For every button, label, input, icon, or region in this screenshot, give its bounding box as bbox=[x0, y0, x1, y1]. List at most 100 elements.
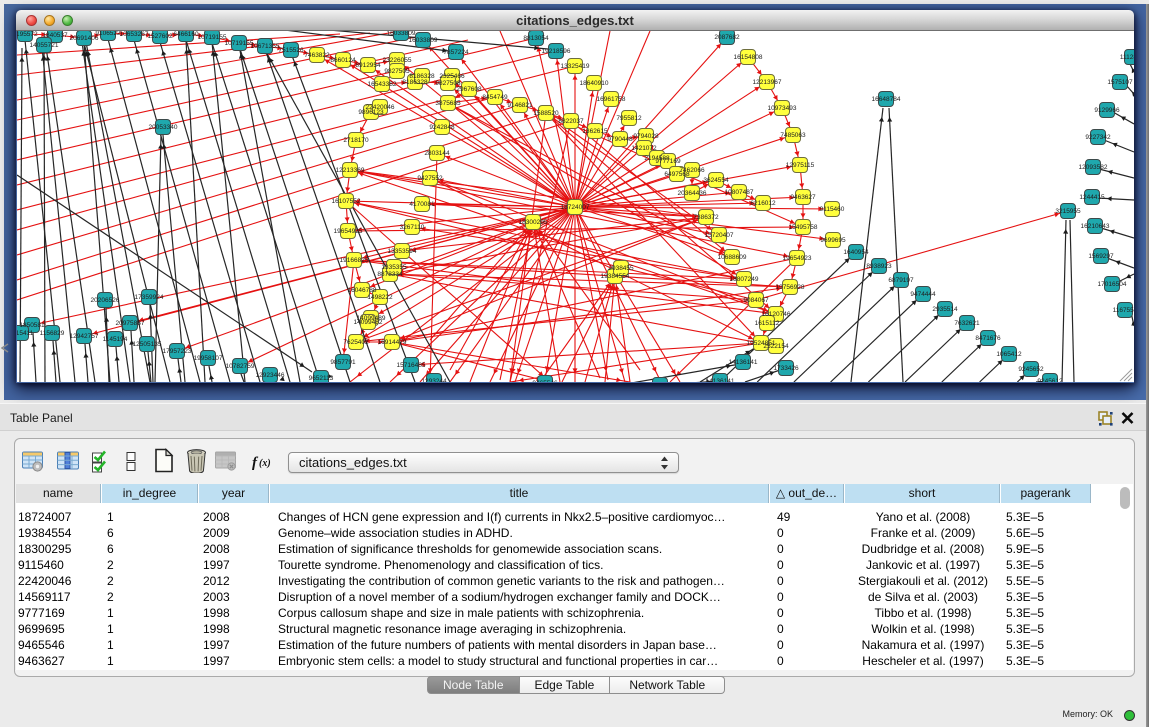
svg-text:3915411: 3915411 bbox=[17, 330, 34, 337]
svg-text:9699695: 9699695 bbox=[820, 237, 846, 244]
svg-text:1840537: 1840537 bbox=[42, 32, 68, 39]
svg-text:1640954: 1640954 bbox=[843, 249, 869, 256]
svg-text:10782759: 10782759 bbox=[226, 363, 255, 370]
svg-text:15720407: 15720407 bbox=[705, 232, 734, 239]
svg-text:13353594: 13353594 bbox=[388, 248, 417, 255]
svg-text:7515526: 7515526 bbox=[278, 47, 304, 54]
svg-text:9129966: 9129966 bbox=[1094, 107, 1120, 114]
svg-text:6879197: 6879197 bbox=[888, 277, 914, 284]
svg-text:9465546: 9465546 bbox=[532, 380, 558, 382]
svg-text:19654925: 19654925 bbox=[334, 228, 363, 235]
svg-text:6216012: 6216012 bbox=[750, 200, 776, 207]
svg-text:19384554: 19384554 bbox=[601, 273, 630, 280]
svg-text:1156829: 1156829 bbox=[40, 330, 65, 337]
svg-text:1244415: 1244415 bbox=[1079, 194, 1105, 201]
svg-text:12213967: 12213967 bbox=[753, 79, 782, 86]
svg-text:f: f bbox=[252, 455, 259, 471]
svg-text:19218596: 19218596 bbox=[542, 48, 571, 55]
svg-text:8938923: 8938923 bbox=[866, 263, 892, 270]
svg-text:8186328: 8186328 bbox=[409, 73, 435, 80]
svg-text:2325466: 2325466 bbox=[439, 73, 465, 80]
svg-text:15716485: 15716485 bbox=[397, 362, 426, 369]
svg-text:13325419: 13325419 bbox=[561, 63, 590, 70]
svg-text:10653267: 10653267 bbox=[120, 31, 149, 38]
svg-text:20053340: 20053340 bbox=[149, 124, 178, 131]
svg-text:9827505: 9827505 bbox=[384, 68, 410, 75]
svg-text:12213369: 12213369 bbox=[336, 167, 365, 174]
svg-text:9463627: 9463627 bbox=[790, 194, 816, 201]
svg-text:9227342: 9227342 bbox=[1085, 134, 1111, 141]
svg-text:12942757: 12942757 bbox=[70, 333, 99, 340]
svg-text:20206526: 20206526 bbox=[91, 297, 120, 304]
svg-text:1588520: 1588520 bbox=[533, 110, 559, 117]
svg-text:1167553: 1167553 bbox=[1113, 307, 1134, 314]
svg-text:16120746: 16120746 bbox=[762, 311, 791, 318]
svg-text:2718170: 2718170 bbox=[343, 137, 369, 144]
svg-text:19958107: 19958107 bbox=[194, 355, 223, 362]
svg-text:9084067: 9084067 bbox=[743, 297, 769, 304]
svg-text:8471676: 8471676 bbox=[975, 335, 1001, 342]
svg-text:10671355: 10671355 bbox=[251, 43, 280, 50]
svg-text:15495758: 15495758 bbox=[789, 224, 818, 231]
svg-text:16914479: 16914479 bbox=[378, 339, 407, 346]
svg-text:1527602: 1527602 bbox=[147, 33, 173, 40]
svg-text:14055721: 14055721 bbox=[30, 42, 59, 49]
svg-text:7462066: 7462066 bbox=[679, 167, 705, 174]
svg-text:17359924: 17359924 bbox=[135, 294, 164, 301]
svg-text:9794028: 9794028 bbox=[633, 133, 659, 140]
svg-text:14099482: 14099482 bbox=[354, 319, 383, 326]
svg-text:7386372: 7386372 bbox=[693, 214, 719, 221]
svg-text:3624554: 3624554 bbox=[703, 177, 729, 184]
svg-text:9115460: 9115460 bbox=[820, 206, 845, 213]
svg-text:1362615: 1362615 bbox=[582, 128, 608, 135]
svg-text:2938455: 2938455 bbox=[608, 265, 634, 272]
svg-text:20364436: 20364436 bbox=[678, 190, 707, 197]
svg-text:9652113: 9652113 bbox=[309, 375, 334, 382]
svg-text:16046788: 16046788 bbox=[348, 287, 377, 294]
svg-text:1615112: 1615112 bbox=[755, 320, 780, 327]
svg-text:1733426: 1733426 bbox=[773, 365, 799, 372]
svg-text:7857224: 7857224 bbox=[443, 49, 469, 56]
svg-text:12975115: 12975115 bbox=[786, 162, 815, 169]
svg-text:1575107: 1575107 bbox=[1107, 79, 1133, 86]
svg-text:8878334: 8878334 bbox=[377, 271, 403, 278]
svg-text:9790448: 9790448 bbox=[607, 136, 633, 143]
svg-text:17016504: 17016504 bbox=[1098, 281, 1127, 288]
svg-text:18640910: 18640910 bbox=[580, 80, 609, 87]
svg-text:2803144: 2803144 bbox=[424, 150, 450, 157]
svg-text:1569297: 1569297 bbox=[1088, 253, 1114, 260]
svg-text:1293244: 1293244 bbox=[421, 378, 447, 382]
svg-text:2522154: 2522154 bbox=[763, 343, 789, 350]
svg-text:6466160: 6466160 bbox=[173, 31, 199, 38]
svg-text:9245612: 9245612 bbox=[1037, 378, 1063, 382]
svg-text:9242848: 9242848 bbox=[429, 124, 455, 131]
svg-text:19756928: 19756928 bbox=[776, 284, 805, 291]
svg-text:16154808: 16154808 bbox=[734, 54, 763, 61]
svg-text:1850581: 1850581 bbox=[19, 322, 45, 329]
svg-text:1335355: 1335355 bbox=[381, 264, 407, 271]
svg-text:9146821: 9146821 bbox=[507, 102, 533, 109]
svg-text:1421072: 1421072 bbox=[631, 145, 657, 152]
svg-text:3875685: 3875685 bbox=[435, 100, 461, 107]
svg-text:9427552: 9427552 bbox=[417, 175, 443, 182]
svg-text:3215955: 3215955 bbox=[1055, 208, 1081, 215]
svg-text:10719155: 10719155 bbox=[225, 40, 254, 47]
svg-text:7955812: 7955812 bbox=[616, 115, 642, 122]
svg-text:20975887: 20975887 bbox=[116, 320, 145, 327]
svg-text:10807487: 10807487 bbox=[725, 189, 754, 196]
svg-text:19654923: 19654923 bbox=[783, 255, 812, 262]
svg-text:10973493: 10973493 bbox=[768, 105, 797, 112]
svg-text:9106522: 9106522 bbox=[95, 31, 121, 37]
svg-text:1065412: 1065412 bbox=[996, 351, 1022, 358]
svg-text:7625402: 7625402 bbox=[343, 339, 369, 346]
svg-text:8186328: 8186328 bbox=[402, 79, 428, 86]
svg-text:16210643: 16210643 bbox=[1081, 223, 1110, 230]
svg-text:8813054: 8813054 bbox=[523, 35, 549, 42]
svg-text:8912954: 8912954 bbox=[355, 62, 381, 69]
svg-text:10719155: 10719155 bbox=[198, 34, 227, 41]
svg-text:9245652: 9245652 bbox=[1018, 366, 1044, 373]
svg-text:16543382: 16543382 bbox=[368, 81, 397, 88]
svg-text:16033809: 16033809 bbox=[409, 37, 438, 44]
svg-text:9195572: 9195572 bbox=[17, 31, 38, 38]
svg-text:2087682: 2087682 bbox=[714, 34, 740, 41]
